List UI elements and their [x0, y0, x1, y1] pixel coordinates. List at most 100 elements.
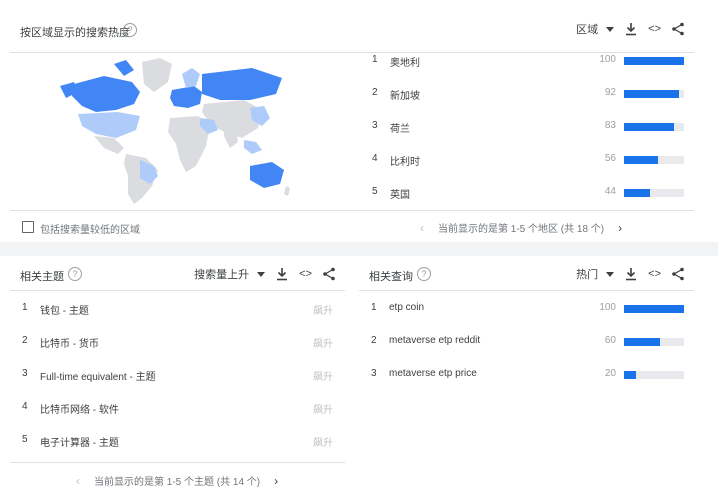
topic-name: Full-time equivalent - 主题 — [40, 372, 156, 383]
share-icon[interactable] — [323, 267, 335, 281]
topics-card: 相关主题 ? 搜索量上升 <> 1 钱包 - 主题 飙升 2 比特币 - 货币 … — [10, 256, 345, 503]
topics-selector[interactable]: 搜索量上升 — [194, 266, 266, 282]
region-row[interactable]: 1 奥地利 100 — [360, 44, 694, 77]
region-bar-fill — [624, 189, 651, 197]
queries-header: 相关查询 ? 热门 <> — [359, 256, 694, 291]
world-map[interactable] — [54, 56, 294, 206]
topics-pager-text: 当前显示的是第 1-5 个主题 (共 14 个) — [94, 477, 261, 488]
region-name: 英国 — [390, 190, 410, 201]
region-name: 奥地利 — [390, 58, 420, 69]
topics-footer: ‹ 当前显示的是第 1-5 个主题 (共 14 个) › — [10, 462, 345, 493]
topic-rank: 5 — [22, 434, 28, 445]
region-card: 按区域显示的搜索热度 ? 区域 <> 1 奥地利 100 2 新加坡 92 3 … — [10, 8, 694, 240]
download-icon[interactable] — [625, 22, 637, 36]
embed-icon[interactable]: <> — [299, 268, 312, 280]
query-value: 100 — [599, 302, 616, 313]
topic-row[interactable]: 5 电子计算器 - 主题 飙升 — [10, 424, 345, 457]
share-icon[interactable] — [672, 22, 684, 36]
queries-list: 1 etp coin 100 2 metaverse etp reddit 60… — [359, 292, 694, 402]
region-title: 按区域显示的搜索热度 — [20, 27, 130, 39]
next-page-icon[interactable]: › — [274, 474, 278, 488]
map-se-asia — [244, 140, 262, 154]
prev-page-icon[interactable]: ‹ — [76, 474, 80, 488]
region-bar — [624, 57, 684, 65]
help-icon[interactable]: ? — [417, 267, 431, 281]
map-canada — [72, 76, 140, 112]
query-rank: 3 — [371, 368, 377, 379]
queries-title: 相关查询 — [369, 271, 413, 283]
query-name: metaverse etp reddit — [389, 335, 481, 346]
topics-tools: 搜索量上升 <> — [194, 266, 335, 282]
query-row[interactable]: 1 etp coin 100 — [359, 292, 694, 325]
share-icon[interactable] — [672, 267, 684, 281]
next-page-icon[interactable]: › — [618, 221, 622, 235]
region-bar-fill — [624, 156, 658, 164]
embed-icon[interactable]: <> — [648, 23, 661, 35]
region-bar-fill — [624, 90, 680, 98]
map-mexico — [94, 136, 124, 154]
region-bar — [624, 90, 684, 98]
region-bar — [624, 189, 684, 197]
download-icon[interactable] — [276, 267, 288, 281]
query-bar — [624, 305, 684, 313]
region-bar-fill — [624, 123, 674, 131]
query-bar-fill — [624, 371, 636, 379]
caret-down-icon — [606, 26, 615, 32]
region-rank: 1 — [372, 54, 378, 65]
query-bar-fill — [624, 305, 684, 313]
region-selector-label: 区域 — [576, 24, 599, 36]
caret-down-icon — [257, 271, 266, 277]
region-row[interactable]: 3 荷兰 83 — [360, 110, 694, 143]
region-selector[interactable]: 区域 — [576, 21, 615, 37]
query-rank: 2 — [371, 335, 377, 346]
query-name: etp coin — [389, 302, 425, 313]
map-europe — [170, 86, 202, 108]
download-icon[interactable] — [625, 267, 637, 281]
region-row[interactable]: 5 英国 44 — [360, 176, 694, 209]
topic-badge: 飙升 — [313, 339, 333, 350]
topic-row[interactable]: 2 比特币 - 货币 飙升 — [10, 325, 345, 358]
help-icon[interactable]: ? — [68, 267, 82, 281]
topic-row[interactable]: 3 Full-time equivalent - 主题 飙升 — [10, 358, 345, 391]
map-scandinavia — [182, 68, 200, 88]
topic-row[interactable]: 1 钱包 - 主题 飙升 — [10, 292, 345, 325]
query-row[interactable]: 2 metaverse etp reddit 60 — [359, 325, 694, 358]
topics-header: 相关主题 ? 搜索量上升 <> — [10, 256, 345, 291]
region-list: 1 奥地利 100 2 新加坡 92 3 荷兰 83 4 比利时 56 5 英国… — [360, 44, 694, 214]
query-rank: 1 — [371, 302, 377, 313]
topics-selector-label: 搜索量上升 — [194, 269, 250, 281]
topic-row[interactable]: 4 比特币网络 - 软件 飙升 — [10, 391, 345, 424]
topic-badge: 飙升 — [313, 306, 333, 317]
low-volume-label: 包括搜索量较低的区域 — [40, 225, 140, 236]
topic-name: 钱包 - 主题 — [40, 306, 89, 317]
topic-rank: 1 — [22, 302, 28, 313]
region-rank: 2 — [372, 87, 378, 98]
embed-icon[interactable]: <> — [648, 268, 661, 280]
prev-page-icon[interactable]: ‹ — [420, 221, 424, 235]
region-name: 荷兰 — [390, 124, 410, 135]
region-name: 新加坡 — [390, 91, 420, 102]
topic-rank: 4 — [22, 401, 28, 412]
region-tools: 区域 <> — [576, 21, 684, 37]
map-greenland — [142, 58, 172, 92]
region-row[interactable]: 2 新加坡 92 — [360, 77, 694, 110]
low-volume-checkbox[interactable] — [22, 221, 34, 233]
section-gap — [0, 242, 718, 256]
region-value: 92 — [604, 87, 616, 98]
region-value: 83 — [604, 120, 616, 131]
map-usa — [78, 112, 140, 138]
queries-selector[interactable]: 热门 — [576, 266, 615, 282]
region-row[interactable]: 4 比利时 56 — [360, 143, 694, 176]
region-rank: 4 — [372, 153, 378, 164]
region-bar — [624, 123, 684, 131]
topic-badge: 飙升 — [313, 438, 333, 449]
help-icon[interactable]: ? — [123, 23, 137, 37]
region-name: 比利时 — [390, 157, 420, 168]
region-pager: ‹ 当前显示的是第 1-5 个地区 (共 18 个) › — [420, 220, 622, 236]
query-value: 20 — [604, 368, 616, 379]
query-value: 60 — [604, 335, 616, 346]
query-row[interactable]: 3 metaverse etp price 20 — [359, 358, 694, 391]
map-nz — [284, 186, 290, 196]
region-value: 44 — [604, 186, 616, 197]
query-bar — [624, 338, 684, 346]
